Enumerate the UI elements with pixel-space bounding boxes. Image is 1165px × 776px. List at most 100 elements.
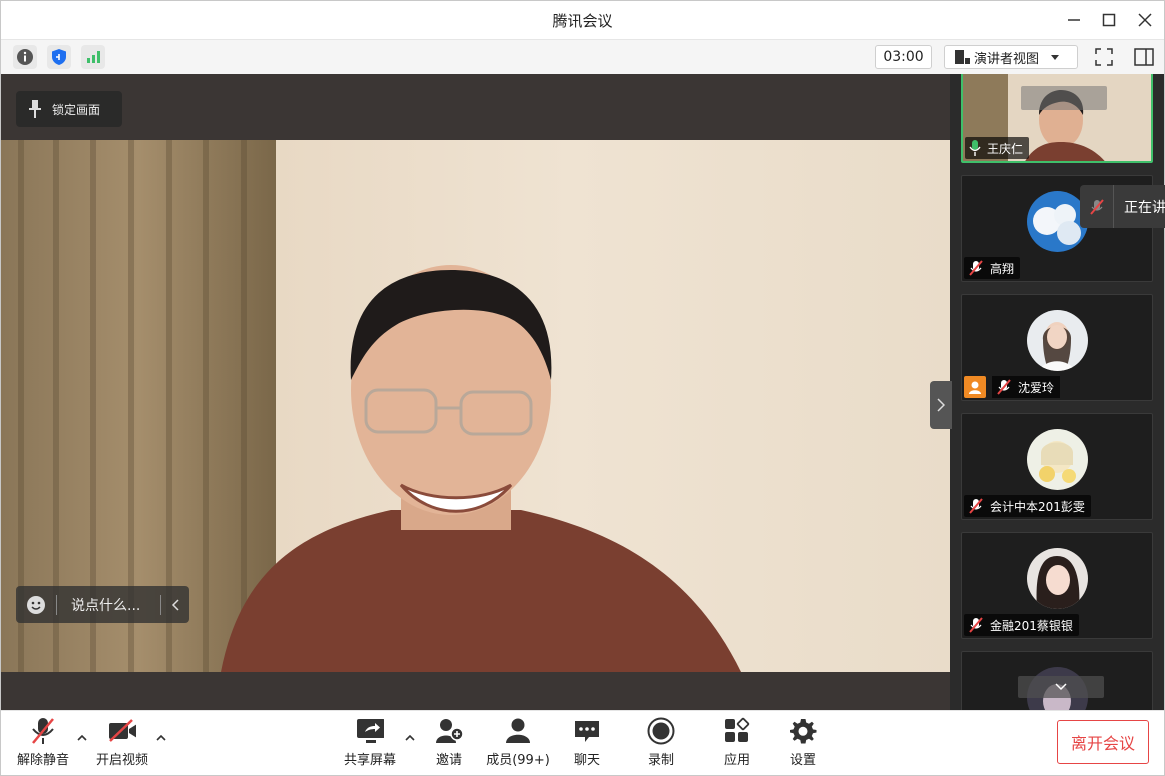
audio-options-caret[interactable]	[75, 731, 89, 745]
info-icon	[17, 49, 33, 65]
record-button[interactable]: 录制	[641, 717, 681, 768]
view-mode-label: 演讲者视图	[974, 51, 1040, 67]
quick-chat-input[interactable]: 说点什么...	[16, 586, 189, 623]
network-status-button[interactable]	[81, 45, 105, 69]
minimize-icon	[1068, 19, 1080, 21]
participant-name: 会计中本201彭雯	[990, 499, 1085, 514]
participant-name: 沈爱玲	[1018, 380, 1055, 395]
mic-muted-icon	[29, 717, 57, 745]
close-button[interactable]	[1132, 7, 1158, 33]
apps-button[interactable]: 应用	[717, 717, 757, 768]
members-label: 成员(99+)	[486, 753, 550, 768]
mic-muted-icon	[1080, 185, 1114, 228]
apps-grid-icon	[723, 717, 751, 745]
collapse-panel-button[interactable]	[930, 381, 952, 429]
video-options-caret[interactable]	[154, 731, 168, 745]
title-bar: 腾讯会议	[1, 1, 1164, 39]
participant-panel: 王庆仁 高翔 沈爱玲 会计中本201彭雯 金融201蔡银银	[950, 74, 1164, 710]
camera-off-icon	[108, 717, 136, 745]
settings-button[interactable]: 设置	[783, 717, 823, 768]
security-button[interactable]	[47, 45, 71, 69]
meeting-timer: 03:00	[875, 45, 932, 69]
signal-bars-icon	[87, 51, 100, 63]
mic-muted-icon	[969, 498, 983, 514]
chevron-up-icon	[156, 735, 166, 741]
participant-name-box: 沈爱玲	[992, 376, 1061, 398]
shield-icon	[52, 49, 66, 65]
speaker-view-icon	[955, 50, 970, 64]
participant-name-tag: 高翔	[964, 257, 1021, 279]
invite-label: 邀请	[435, 753, 462, 768]
gear-icon	[789, 717, 817, 745]
minimize-button[interactable]	[1061, 7, 1087, 33]
invite-button[interactable]: 邀请	[429, 717, 469, 768]
start-video-label: 开启视频	[95, 753, 148, 768]
speaking-indicator: 正在讲	[1080, 185, 1165, 228]
main-stage: 锁定画面 说点什么...	[1, 74, 950, 710]
chevron-right-icon	[937, 398, 945, 412]
lock-view-button[interactable]: 锁定画面	[16, 91, 122, 127]
speaking-label: 正在讲	[1124, 199, 1165, 216]
settings-label: 设置	[789, 753, 816, 768]
participant-tile[interactable]: 王庆仁	[961, 74, 1153, 163]
meeting-info-button[interactable]	[13, 45, 37, 69]
share-options-caret[interactable]	[403, 731, 417, 745]
maximize-icon	[1102, 13, 1116, 27]
fullscreen-button[interactable]	[1092, 45, 1116, 69]
participant-tile[interactable]: 沈爱玲	[961, 294, 1153, 401]
lock-view-label: 锁定画面	[52, 102, 101, 117]
avatar	[1027, 548, 1088, 609]
mic-muted-icon	[969, 617, 983, 633]
mic-muted-icon	[997, 379, 1011, 395]
chat-bubble-icon	[573, 717, 601, 745]
meeting-window: 腾讯会议 03:00 演讲者视图 锁定画面 说点什么... 王庆仁 高翔 沈爱玲…	[0, 0, 1165, 776]
record-icon	[647, 717, 675, 745]
participant-name: 王庆仁	[987, 141, 1024, 156]
invite-user-icon	[435, 717, 463, 745]
chevron-up-icon	[77, 735, 87, 741]
participant-tile[interactable]: 会计中本201彭雯	[961, 413, 1153, 520]
mic-muted-icon	[969, 260, 983, 276]
participant-tile[interactable]	[961, 651, 1153, 710]
info-bar: 03:00 演讲者视图	[1, 39, 1164, 74]
members-button[interactable]: 成员(99+)	[485, 717, 551, 768]
participant-name-tag: 会计中本201彭雯	[964, 495, 1091, 517]
record-label: 录制	[647, 753, 674, 768]
participant-name-tag: 金融201蔡银银	[964, 614, 1079, 636]
sidebar-layout-icon	[1134, 48, 1154, 66]
apps-label: 应用	[723, 753, 750, 768]
close-icon	[1138, 13, 1152, 27]
participant-name-tag: 王庆仁	[965, 137, 1030, 159]
host-icon	[964, 376, 986, 398]
unmute-button[interactable]: 解除静音	[15, 717, 71, 768]
participant-tile[interactable]: 金融201蔡银银	[961, 532, 1153, 639]
share-screen-label: 共享屏幕	[343, 753, 396, 768]
avatar	[1027, 191, 1088, 252]
avatar	[1027, 429, 1088, 490]
bottom-toolbar: 解除静音 开启视频 共享屏幕 邀请 成员(99+) 聊天 录制 应用 设置 离开…	[1, 710, 1164, 775]
share-screen-icon	[356, 717, 384, 745]
participant-name-tag: 沈爱玲	[964, 376, 1066, 398]
members-icon	[504, 717, 532, 745]
window-title: 腾讯会议	[552, 12, 613, 30]
participant-name: 金融201蔡银银	[990, 618, 1073, 633]
chat-placeholder: 说点什么...	[71, 597, 141, 614]
unmute-label: 解除静音	[16, 753, 69, 768]
participant-name: 高翔	[990, 261, 1015, 276]
chat-button[interactable]: 聊天	[567, 717, 607, 768]
chevron-left-icon[interactable]	[161, 598, 189, 611]
pin-icon	[29, 100, 41, 118]
view-mode-dropdown[interactable]: 演讲者视图	[944, 45, 1078, 69]
avatar	[1027, 310, 1088, 371]
chevron-up-icon	[405, 735, 415, 741]
emoji-icon[interactable]	[16, 595, 56, 615]
toggle-sidebar-button[interactable]	[1132, 45, 1156, 69]
start-video-button[interactable]: 开启视频	[93, 717, 151, 768]
fullscreen-icon	[1095, 48, 1113, 66]
scroll-down-button[interactable]	[1018, 676, 1104, 698]
maximize-button[interactable]	[1096, 7, 1122, 33]
share-screen-button[interactable]: 共享屏幕	[342, 717, 398, 768]
chat-label: 聊天	[573, 753, 600, 768]
leave-meeting-button[interactable]: 离开会议	[1057, 720, 1149, 764]
chevron-down-icon	[1051, 50, 1060, 65]
